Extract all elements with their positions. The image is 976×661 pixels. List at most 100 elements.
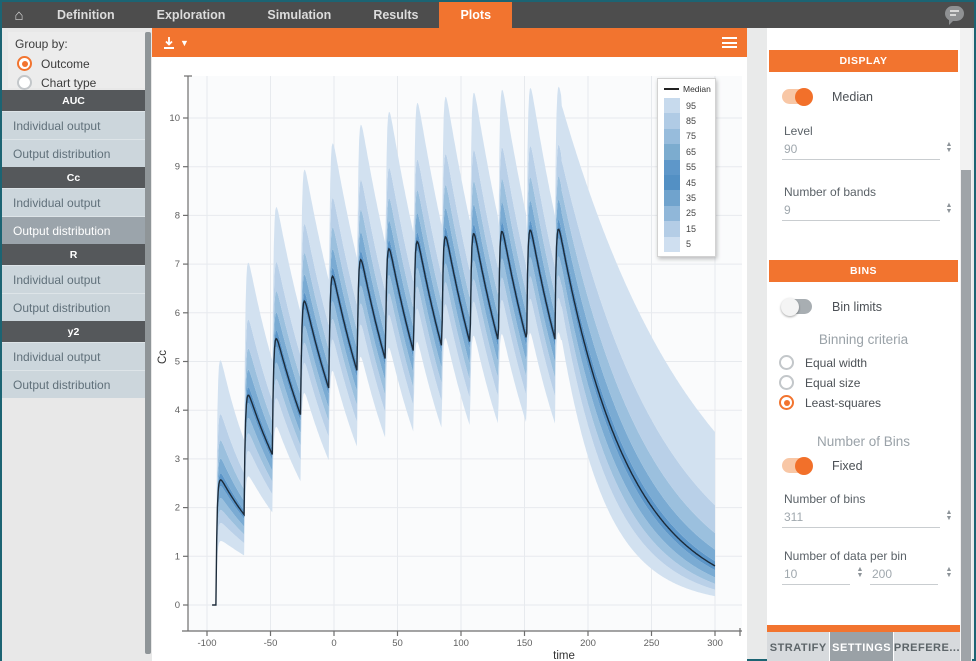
criteria-option-least-squares[interactable]: Least-squares: [779, 395, 881, 410]
chat-line-1: [950, 10, 959, 12]
panel-tab-settings[interactable]: SETTINGS: [830, 632, 892, 661]
legend-row-p65: 65: [664, 144, 711, 159]
download-glyph: [162, 36, 176, 50]
sidebar-item-cc-output-distribution[interactable]: Output distribution: [2, 216, 145, 244]
svg-text:-100: -100: [197, 638, 216, 649]
criteria-option-equal-size[interactable]: Equal size: [779, 375, 860, 390]
radio-label: Equal width: [805, 356, 867, 370]
chart-toolbar: ▼: [152, 28, 747, 57]
radio-icon[interactable]: [779, 375, 794, 390]
svg-text:10: 10: [169, 113, 180, 124]
radio-label: Outcome: [41, 57, 90, 71]
sidebar-item-cc-individual-output[interactable]: Individual output: [2, 188, 145, 216]
legend-row-p85: 85: [664, 113, 711, 128]
median-toggle-row[interactable]: Median: [782, 89, 873, 104]
nav-tab-plots[interactable]: Plots: [439, 2, 512, 28]
section-header-cc: Cc: [2, 167, 145, 188]
data-per-bin-max-input[interactable]: [870, 565, 938, 585]
number-of-bins-label: Number of bins: [784, 492, 865, 506]
legend-row-p45: 45: [664, 175, 711, 190]
legend-label: 35: [686, 193, 696, 203]
sidebar-item-y2-individual-output[interactable]: Individual output: [2, 342, 145, 370]
legend-swatch: [664, 160, 680, 175]
svg-text:0: 0: [331, 638, 336, 649]
panel-scrollbar-thumb[interactable]: [961, 170, 971, 661]
legend-swatch: [664, 190, 680, 205]
panel-scrollbar-track: [960, 28, 972, 661]
svg-text:0: 0: [175, 600, 180, 611]
svg-text:3: 3: [175, 454, 180, 465]
bin-limits-toggle-row[interactable]: Bin limits: [782, 299, 882, 314]
level-label: Level: [784, 124, 813, 138]
top-nav-bar: ⌂ DefinitionExplorationSimulationResults…: [2, 2, 974, 28]
legend-label: 25: [686, 208, 696, 218]
legend-swatch: [664, 237, 680, 252]
sidebar-item-auc-individual-output[interactable]: Individual output: [2, 111, 145, 139]
data-per-bin-max-spinner[interactable]: ▲▼: [944, 567, 954, 579]
nav-tab-results[interactable]: Results: [352, 2, 439, 28]
radio-icon[interactable]: [17, 56, 32, 71]
radio-label: Chart type: [41, 76, 96, 90]
sidebar-item-r-output-distribution[interactable]: Output distribution: [2, 293, 145, 321]
radio-label: Equal size: [805, 376, 860, 390]
level-input[interactable]: [782, 140, 940, 160]
number-of-bins-input[interactable]: [782, 508, 940, 528]
median-toggle-label: Median: [832, 90, 873, 104]
data-per-bin-min-input[interactable]: [782, 565, 850, 585]
radio-icon[interactable]: [17, 75, 32, 90]
chat-bubble-icon[interactable]: [945, 6, 964, 21]
group-by-title: Group by:: [8, 32, 145, 54]
legend-label: 55: [686, 162, 696, 172]
panel-orange-strip: [767, 625, 960, 632]
criteria-option-equal-width[interactable]: Equal width: [779, 355, 867, 370]
bin-limits-toggle[interactable]: [782, 299, 812, 314]
nav-tab-simulation[interactable]: Simulation: [246, 2, 352, 28]
legend-row-p5: 5: [664, 237, 711, 252]
home-icon[interactable]: ⌂: [2, 2, 36, 28]
nav-tab-definition[interactable]: Definition: [36, 2, 136, 28]
x-axis-title: time: [553, 650, 575, 661]
svg-text:300: 300: [707, 638, 723, 649]
legend-row-p75: 75: [664, 129, 711, 144]
group-by-option-outcome[interactable]: Outcome: [8, 54, 145, 73]
legend-row-p35: 35: [664, 190, 711, 205]
number-of-bins-spinner[interactable]: ▲▼: [944, 510, 954, 522]
legend-swatch: [664, 129, 680, 144]
data-per-bin-min-spinner[interactable]: ▲▼: [855, 567, 865, 579]
radio-icon[interactable]: [779, 355, 794, 370]
svg-text:8: 8: [175, 210, 180, 221]
radio-icon[interactable]: [779, 395, 794, 410]
display-section-header: DISPLAY: [769, 50, 958, 72]
legend-row-p25: 25: [664, 206, 711, 221]
nav-tab-exploration[interactable]: Exploration: [136, 2, 247, 28]
level-spinner[interactable]: ▲▼: [944, 142, 954, 154]
download-icon[interactable]: ▼: [162, 36, 189, 50]
simulx-app-window: ⌂ DefinitionExplorationSimulationResults…: [0, 0, 976, 661]
download-caret-icon: ▼: [180, 38, 189, 48]
settings-panel: DISPLAY Median Level ▲▼ Number of bands …: [767, 28, 960, 661]
section-header-auc: AUC: [2, 90, 145, 111]
chat-line-2: [950, 14, 956, 16]
sidebar-item-r-individual-output[interactable]: Individual output: [2, 265, 145, 293]
sidebar-item-auc-output-distribution[interactable]: Output distribution: [2, 139, 145, 167]
number-of-bands-spinner[interactable]: ▲▼: [944, 203, 954, 215]
bin-limits-toggle-label: Bin limits: [832, 300, 882, 314]
number-of-bands-input[interactable]: [782, 201, 940, 221]
group-by-options: Outcome Chart type: [8, 54, 145, 92]
panel-tab-prefere[interactable]: PREFERE...: [894, 632, 960, 661]
median-toggle[interactable]: [782, 89, 812, 104]
fixed-toggle-row[interactable]: Fixed: [782, 458, 863, 473]
data-per-bin-label: Number of data per bin: [784, 549, 907, 563]
sidebar-item-y2-output-distribution[interactable]: Output distribution: [2, 370, 145, 398]
plots-sidebar: Group by: OutcomeChart type AUCIndividua…: [2, 28, 152, 661]
hamburger-menu-icon[interactable]: [722, 35, 737, 51]
legend-label: 85: [686, 116, 696, 126]
y-axis-title: Cc: [157, 350, 169, 364]
panel-tab-stratify[interactable]: STRATIFY: [767, 632, 829, 661]
legend-row-p95: 95: [664, 98, 711, 113]
legend-label: 15: [686, 224, 696, 234]
fixed-toggle[interactable]: [782, 458, 812, 473]
number-of-bins-title: Number of Bins: [767, 434, 960, 449]
sidebar-scrollbar[interactable]: [145, 32, 151, 654]
svg-text:5: 5: [175, 357, 180, 368]
